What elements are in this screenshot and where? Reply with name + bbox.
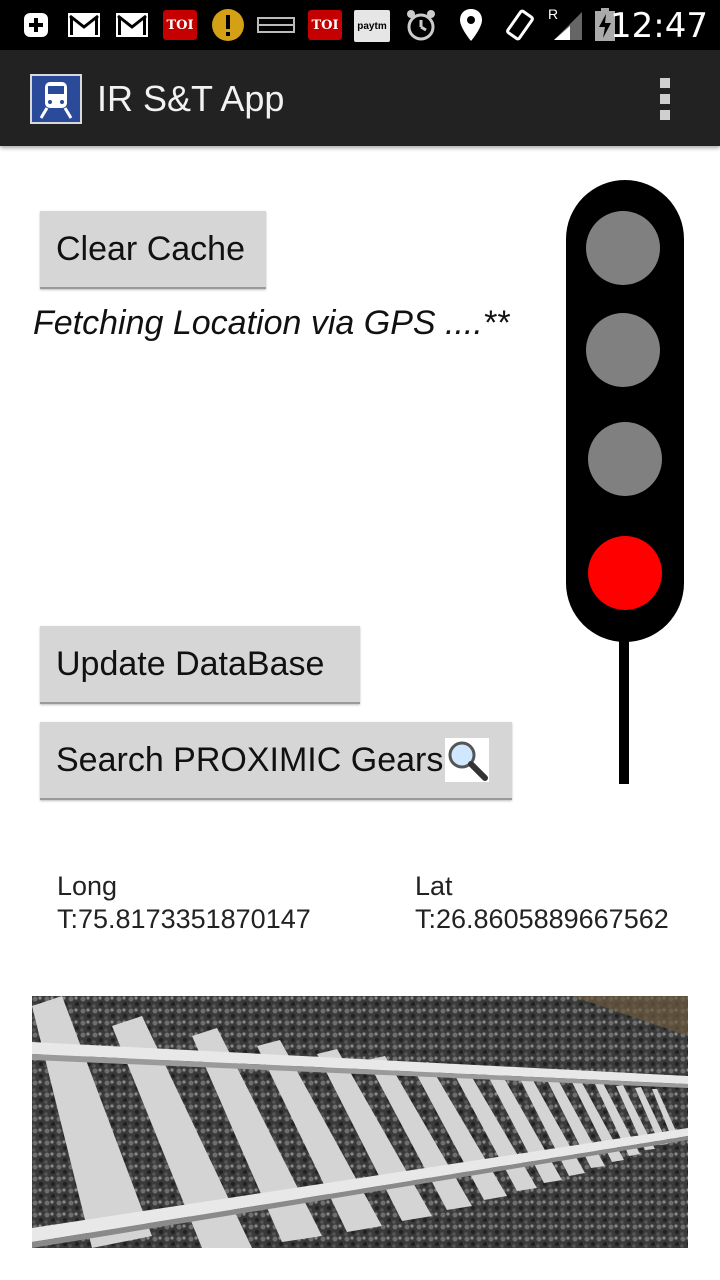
search-gears-button[interactable]: Search PROXIMIC Gears <box>40 722 512 800</box>
signal-lamp-red <box>588 536 662 610</box>
add-icon <box>22 10 50 40</box>
latitude-value: T:26.8605889667562 <box>415 904 669 934</box>
action-bar: IR S&T App <box>0 50 720 146</box>
signal-icon: R <box>548 6 584 40</box>
mail-icon <box>257 10 295 40</box>
railway-track-image <box>32 996 688 1248</box>
update-database-button[interactable]: Update DataBase <box>40 626 360 704</box>
gmail-icon <box>115 10 149 40</box>
status-bar: TOI TOI paytm R 12:47 <box>0 0 720 50</box>
alarm-icon <box>404 10 438 41</box>
longitude-label: Long <box>57 871 118 901</box>
status-time: 12:47 <box>610 6 708 46</box>
rotate-icon <box>503 9 537 41</box>
latitude-label: Lat <box>415 871 453 901</box>
train-logo-icon <box>30 74 82 124</box>
longitude-value: T:75.8173351870147 <box>57 904 311 934</box>
gmail-icon <box>67 10 101 40</box>
signal-lamp-2 <box>586 313 660 387</box>
paytm-icon: paytm <box>354 10 390 42</box>
overflow-menu-icon[interactable] <box>652 78 678 120</box>
search-gears-label: Search PROXIMIC Gears <box>56 740 444 779</box>
toi-icon: TOI <box>163 10 197 40</box>
location-icon <box>458 9 484 41</box>
signal-lamp-3 <box>588 422 662 496</box>
railway-signal <box>562 178 688 784</box>
latitude-block: Lat T:26.8605889667562 <box>415 870 669 936</box>
longitude-block: Long T:75.8173351870147 <box>57 870 311 936</box>
gps-status-text: Fetching Location via GPS ....** <box>33 304 510 342</box>
clear-cache-button[interactable]: Clear Cache <box>40 211 266 289</box>
magnifier-icon <box>445 738 490 782</box>
signal-lamp-1 <box>586 211 660 285</box>
toi-icon: TOI <box>308 10 342 40</box>
warning-icon <box>211 9 245 41</box>
app-title: IR S&T App <box>97 78 285 119</box>
